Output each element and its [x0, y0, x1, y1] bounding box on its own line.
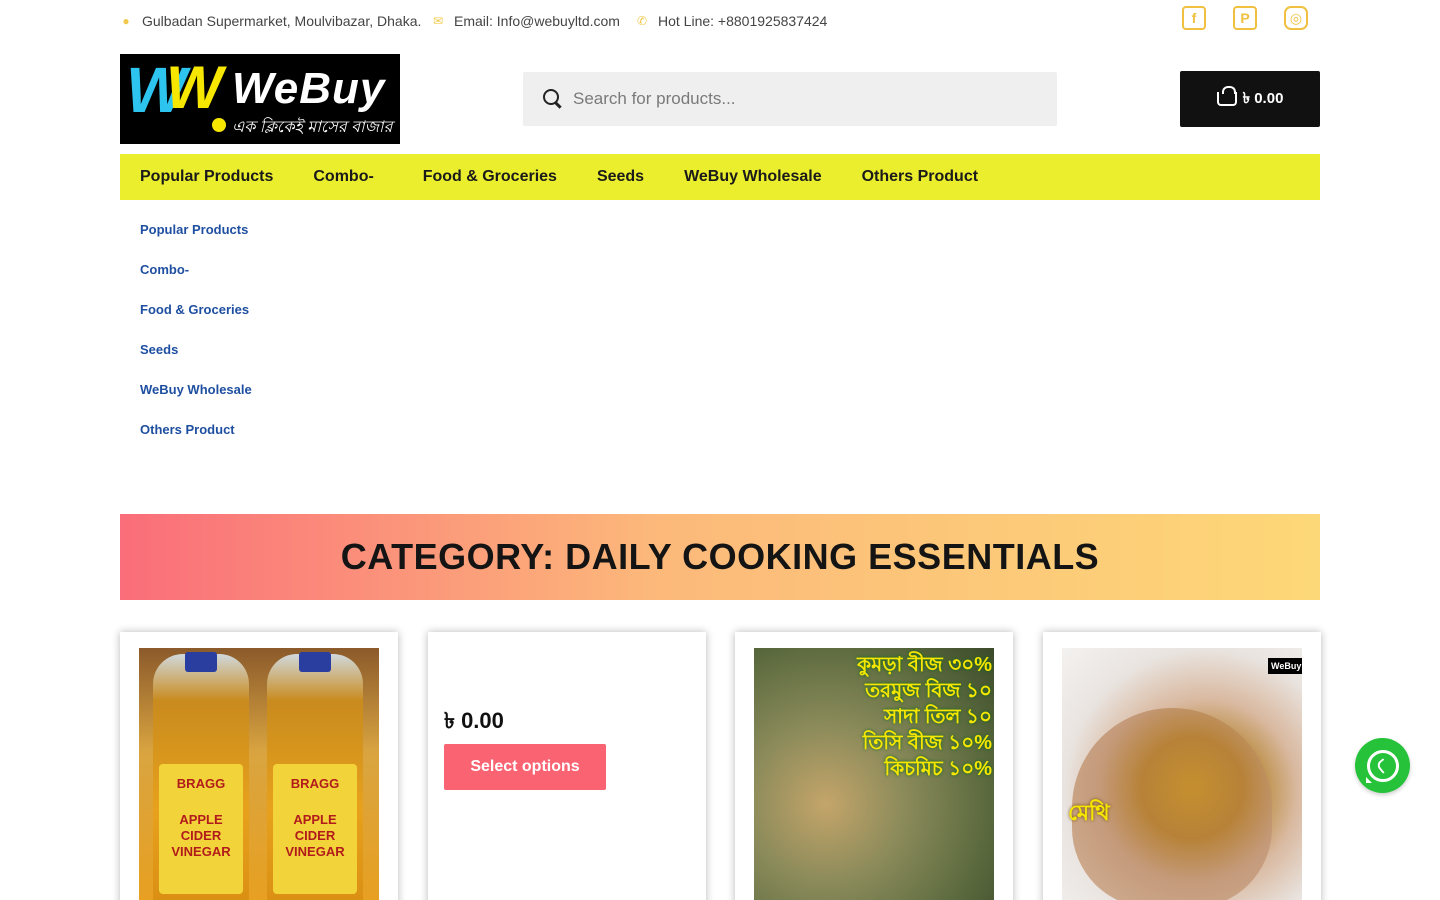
phone-icon: ✆ [636, 14, 648, 28]
product-card[interactable]: BRAGG APPLE CIDER VINEGAR BRAGG APPLE CI… [120, 632, 398, 900]
search-input[interactable] [573, 89, 1033, 109]
address-info: ● Gulbadan Supermarket, Moulvibazar, Dha… [120, 13, 421, 29]
category-link-list: Popular Products Combo- 󠁯󠁯󠁯󠁯󠁯 󠁯󠁯󠁯󠁯󠁯 Food… [140, 220, 252, 460]
list-link-combo[interactable]: Combo- 󠁯󠁯󠁯󠁯󠁯 󠁯󠁯󠁯󠁯󠁯 [140, 260, 252, 300]
product-image-fenugreek[interactable]: WeBuy মেথি [1062, 648, 1302, 900]
logo-w-mark-accent: W [166, 54, 223, 121]
webuy-watermark: WeBuy [1268, 658, 1302, 674]
whatsapp-icon[interactable] [1355, 738, 1410, 793]
instagram-icon[interactable]: ◎ [1284, 6, 1308, 30]
cart-basket-icon [1216, 86, 1237, 106]
top-bar: ● Gulbadan Supermarket, Moulvibazar, Dha… [120, 0, 1320, 44]
nav-item-seeds[interactable]: Seeds [597, 168, 644, 186]
site-logo[interactable]: W W WeBuy এক ক্লিকেই মাসের বাজার [120, 54, 400, 144]
hotline-info[interactable]: ✆ Hot Line: +8801925837424 [636, 13, 827, 29]
bottle-left: BRAGG APPLE CIDER VINEGAR [153, 652, 249, 900]
page-title: CATEGORY: DAILY COOKING ESSENTIALS [340, 536, 1100, 577]
list-link-seeds[interactable]: Seeds [140, 340, 252, 380]
select-options-button[interactable]: Select options [444, 744, 606, 790]
nav-item-others-product[interactable]: Others Product [862, 168, 978, 186]
bottle-label: BRAGG APPLE CIDER VINEGAR [159, 764, 243, 894]
product-image-seed-mix[interactable]: কুমড়া বীজ ৩০% তরমুজ বিজ ১০ সাদা তিল ১০ … [754, 648, 994, 900]
search-icon[interactable] [543, 89, 563, 109]
list-link-others-product[interactable]: Others Product [140, 420, 252, 460]
product-card: 󠁯󠁯 󠁯󠁯󠁯󠁯󠁯󠁯 ৳ 0.00 Select options [428, 632, 706, 900]
hotline-text[interactable]: Hot Line: +8801925837424 [658, 13, 827, 29]
list-link-food-groceries[interactable]: Food & Groceries [140, 300, 252, 340]
main-nav: Popular Products Combo- 󠁯󠁯󠁯󠁯󠁯 󠁯󠁯󠁯󠁯󠁯 Food… [120, 154, 1320, 200]
logo-dot [212, 118, 226, 132]
bottle-label: BRAGG APPLE CIDER VINEGAR [273, 764, 357, 894]
email-text[interactable]: Email: Info@webuyltd.com [454, 13, 620, 29]
category-banner: CATEGORY: DAILY COOKING ESSENTIALS [120, 514, 1320, 600]
logo-tagline: এক ক্লিকেই মাসের বাজার [232, 119, 393, 136]
pinterest-icon[interactable]: P [1233, 6, 1257, 30]
list-link-popular-products[interactable]: Popular Products [140, 220, 252, 260]
list-link-webuy-wholesale[interactable]: WeBuy Wholesale [140, 380, 252, 420]
email-info[interactable]: ✉ Email: Info@webuyltd.com [432, 13, 620, 29]
nav-item-food-groceries[interactable]: Food & Groceries [423, 168, 557, 186]
product-card[interactable]: WeBuy মেথি [1043, 632, 1321, 900]
product-image-caption: মেথি [1068, 800, 1110, 825]
bottle-right: BRAGG APPLE CIDER VINEGAR [267, 652, 363, 900]
facebook-icon[interactable]: f [1182, 6, 1206, 30]
product-price: ৳ 0.00 [444, 708, 504, 733]
envelope-icon: ✉ [432, 14, 444, 28]
cart-total: ৳ 0.00 [1242, 89, 1284, 107]
product-search[interactable] [523, 72, 1057, 126]
address-text: Gulbadan Supermarket, Moulvibazar, Dhaka… [142, 13, 422, 29]
cart-button[interactable]: ৳ 0.00 [1180, 71, 1320, 127]
nav-item-combo[interactable]: Combo- 󠁯󠁯󠁯󠁯󠁯 󠁯󠁯󠁯󠁯󠁯 [313, 168, 382, 186]
nav-item-popular-products[interactable]: Popular Products [140, 168, 273, 186]
product-card[interactable]: কুমড়া বীজ ৩০% তরমুজ বিজ ১০ সাদা তিল ১০ … [735, 632, 1013, 900]
product-image-vinegar[interactable]: BRAGG APPLE CIDER VINEGAR BRAGG APPLE CI… [139, 648, 379, 900]
nav-item-webuy-wholesale[interactable]: WeBuy Wholesale [684, 168, 822, 186]
product-title[interactable]: 󠁯󠁯 󠁯󠁯󠁯󠁯󠁯󠁯 [444, 656, 448, 674]
location-pin-icon: ● [122, 14, 130, 28]
logo-brand-text: WeBuy [232, 64, 386, 113]
